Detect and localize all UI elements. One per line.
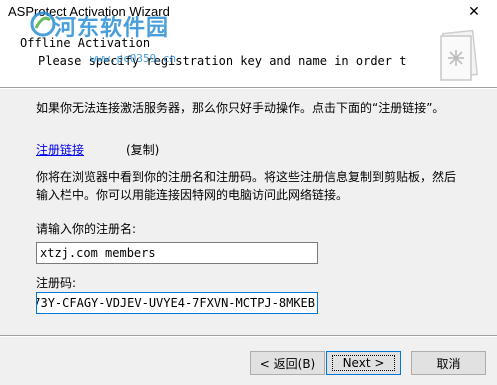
- back-button[interactable]: < 返回(B): [250, 351, 325, 375]
- cancel-button[interactable]: 取消: [411, 351, 486, 375]
- title-bar: ASProtect Activation Wizard ✕: [0, 0, 497, 24]
- registration-name-label: 请输入你的注册名:: [36, 222, 137, 236]
- copy-link[interactable]: (复制): [126, 141, 159, 158]
- wizard-body: 如果你无法连接激活服务器，那么你只好手动操作。点击下面的“注册链接”。 注册链接…: [0, 89, 497, 335]
- next-button[interactable]: Next >: [326, 351, 401, 375]
- header-subtitle: Please specify registration key and name…: [38, 54, 407, 68]
- registration-name-input[interactable]: xtzj.com members: [36, 242, 318, 264]
- registration-code-input[interactable]: 673Y-CFAGY-VDJEV-UVYE4-7FXVN-MCTPJ-8MKEB: [36, 292, 318, 314]
- wizard-header: Offline Activation Please specify regist…: [0, 24, 497, 86]
- close-icon[interactable]: ✕: [451, 0, 497, 24]
- intro-text: 如果你无法连接激活服务器，那么你只好手动操作。点击下面的“注册链接”。: [36, 101, 445, 115]
- wizard-footer: < 返回(B) Next > 取消: [0, 337, 497, 385]
- header-title: Offline Activation: [20, 36, 151, 50]
- certificate-icon: [440, 29, 479, 81]
- next-button-label: Next >: [331, 355, 396, 371]
- description-line-2: 输入栏中。你可以用能连接因特网的电脑访问此网络链接。: [36, 188, 349, 202]
- registration-code-label: 注册码:: [36, 276, 77, 290]
- window-title: ASProtect Activation Wizard: [8, 4, 170, 19]
- registration-link[interactable]: 注册链接: [36, 141, 84, 158]
- registration-code-value: 673Y-CFAGY-VDJEV-UVYE4-7FXVN-MCTPJ-8MKEB: [36, 296, 315, 310]
- description-line-1: 你将在浏览器中看到你的注册名和注册码。将这些注册信息复制到剪贴板，然后: [36, 170, 457, 184]
